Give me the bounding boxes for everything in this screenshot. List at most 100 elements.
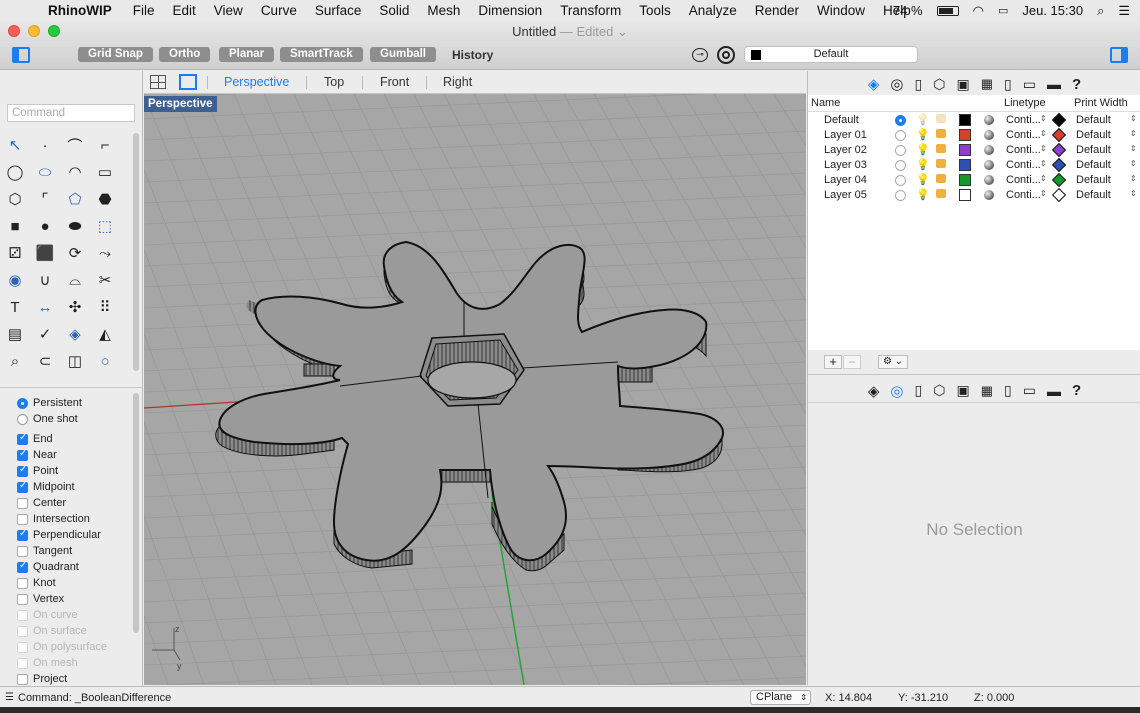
split-tool-icon[interactable]: ✂ bbox=[93, 268, 117, 292]
menu-window[interactable]: Window bbox=[817, 3, 865, 18]
airplay-icon[interactable]: ▭ bbox=[998, 4, 1008, 17]
zoom-tool-icon[interactable]: ⌕ bbox=[3, 349, 27, 373]
check-tool-icon[interactable]: ✓ bbox=[33, 322, 57, 346]
gear-icon[interactable]: ⚙ ⌄ bbox=[878, 355, 908, 369]
checkbox[interactable] bbox=[17, 545, 28, 557]
checkbox[interactable] bbox=[17, 577, 28, 589]
menu-solid[interactable]: Solid bbox=[379, 3, 409, 18]
single-viewport-layout-icon[interactable] bbox=[179, 74, 197, 90]
layer-color-swatch[interactable] bbox=[959, 189, 971, 201]
layer-name[interactable]: Default bbox=[824, 114, 859, 126]
monitor-icon[interactable]: ▬ bbox=[1047, 383, 1061, 399]
lock-icon[interactable] bbox=[936, 159, 946, 168]
layer-color-swatch[interactable] bbox=[959, 144, 971, 156]
viewport-title[interactable]: Perspective bbox=[144, 96, 217, 112]
osnap-vertex[interactable]: Vertex bbox=[17, 591, 107, 607]
help-icon[interactable]: ? bbox=[1072, 382, 1081, 399]
linetype-value[interactable]: Conti... bbox=[1006, 189, 1041, 201]
viewport-properties-icon[interactable]: ▭ bbox=[1023, 76, 1036, 93]
linetype-value[interactable]: Conti... bbox=[1006, 144, 1041, 156]
ellipse-tool-icon[interactable]: ⬭ bbox=[33, 160, 57, 184]
lock-icon[interactable] bbox=[936, 174, 946, 183]
command-input[interactable]: Command bbox=[7, 104, 135, 122]
osnap-end[interactable]: End bbox=[17, 431, 107, 447]
layer-name[interactable]: Layer 02 bbox=[824, 144, 867, 156]
menu-render[interactable]: Render bbox=[755, 3, 799, 18]
layer-color-swatch[interactable] bbox=[959, 129, 971, 141]
layer-row[interactable]: Layer 01 💡 Conti... ⇕ Default ⇕ bbox=[808, 127, 1140, 143]
record-history-icon[interactable]: ⊸ bbox=[692, 48, 708, 62]
stepper-icon[interactable]: ⇕ bbox=[1040, 159, 1047, 168]
stepper-icon[interactable]: ⇕ bbox=[1130, 174, 1137, 183]
print-width-value[interactable]: Default bbox=[1076, 114, 1111, 126]
current-layer-radio[interactable] bbox=[895, 160, 906, 171]
lasso-tool-icon[interactable]: ⊂ bbox=[33, 349, 57, 373]
menu-view[interactable]: View bbox=[214, 3, 243, 18]
print-color-diamond[interactable] bbox=[1051, 157, 1067, 173]
revolve-tool-icon[interactable]: ⟳ bbox=[63, 241, 87, 265]
checkbox[interactable] bbox=[17, 432, 28, 445]
stepper-icon[interactable]: ⇕ bbox=[1040, 114, 1047, 123]
lock-icon[interactable] bbox=[936, 144, 946, 153]
right-sidebar-toggle-icon[interactable] bbox=[1110, 47, 1128, 63]
layer-color-swatch[interactable] bbox=[959, 114, 971, 126]
material-icon[interactable] bbox=[984, 115, 994, 125]
print-color-diamond[interactable] bbox=[1051, 172, 1067, 188]
current-layer-radio[interactable] bbox=[895, 145, 906, 156]
current-layer-radio[interactable] bbox=[895, 190, 906, 201]
radio-button[interactable] bbox=[17, 413, 28, 425]
linetype-value[interactable]: Conti... bbox=[1006, 159, 1041, 171]
layer-row[interactable]: Layer 04 💡 Conti... ⇕ Default ⇕ bbox=[808, 172, 1140, 188]
surface-edge-tool-icon[interactable]: ⬠ bbox=[63, 187, 87, 211]
gear-model[interactable] bbox=[215, 240, 724, 572]
layer-name[interactable]: Layer 01 bbox=[824, 129, 867, 141]
current-layer-radio[interactable] bbox=[895, 130, 906, 141]
stepper-icon[interactable]: ⇕ bbox=[1040, 189, 1047, 198]
osnap-target-icon[interactable] bbox=[717, 46, 735, 64]
named-views-icon[interactable]: ▣ bbox=[956, 382, 969, 399]
layers-icon[interactable]: ◈ bbox=[868, 382, 880, 400]
material-icon[interactable] bbox=[984, 145, 994, 155]
osnap-project[interactable]: Project bbox=[17, 671, 107, 687]
menu-tools[interactable]: Tools bbox=[639, 3, 671, 18]
loft-tool-icon[interactable]: ⬣ bbox=[93, 187, 117, 211]
column-linetype[interactable]: Linetype bbox=[1004, 97, 1046, 109]
monitor-icon[interactable]: ▬ bbox=[1047, 76, 1061, 92]
object-icon[interactable]: ⬡ bbox=[933, 76, 945, 93]
menu-file[interactable]: File bbox=[133, 3, 155, 18]
transform-tool-icon[interactable]: ✣ bbox=[63, 295, 87, 319]
cylinder-tool-icon[interactable]: ⬬ bbox=[63, 214, 87, 238]
perspective-viewport[interactable]: z y Perspective bbox=[144, 94, 806, 685]
edited-indicator[interactable]: — Edited bbox=[560, 24, 613, 39]
mesh-tool-icon[interactable]: ⚂ bbox=[3, 241, 27, 265]
print-width-value[interactable]: Default bbox=[1076, 159, 1111, 171]
tab-front[interactable]: Front bbox=[380, 75, 409, 89]
material-icon[interactable] bbox=[984, 175, 994, 185]
osnap-intersection[interactable]: Intersection bbox=[17, 511, 107, 527]
checkbox[interactable] bbox=[17, 464, 28, 477]
layers-icon[interactable]: ◈ bbox=[868, 75, 880, 93]
circle-select-tool-icon[interactable]: ○ bbox=[93, 349, 117, 373]
lock-icon[interactable] bbox=[936, 129, 946, 138]
command-line[interactable]: Command: _BooleanDifference bbox=[18, 692, 171, 704]
checkbox[interactable] bbox=[17, 673, 28, 685]
planar-button[interactable]: Planar bbox=[219, 47, 275, 62]
notification-center-icon[interactable]: ☰ bbox=[1118, 3, 1130, 19]
linetype-value[interactable]: Conti... bbox=[1006, 114, 1041, 126]
document-icon[interactable]: ▯ bbox=[1004, 76, 1012, 93]
zoom-window-tool-icon[interactable]: ◫ bbox=[63, 349, 87, 373]
stepper-icon[interactable]: ⇕ bbox=[1130, 159, 1137, 168]
document-icon[interactable]: ▯ bbox=[1004, 382, 1012, 399]
layer-row[interactable]: Default 💡 Conti... ⇕ Default ⇕ bbox=[808, 112, 1140, 128]
circle-tool-icon[interactable]: ◯ bbox=[3, 160, 27, 184]
current-layer-radio[interactable] bbox=[895, 115, 906, 126]
material-icon[interactable] bbox=[984, 160, 994, 170]
print-color-diamond[interactable] bbox=[1051, 142, 1067, 158]
lock-icon[interactable] bbox=[936, 114, 946, 123]
stepper-icon[interactable]: ⇕ bbox=[1040, 174, 1047, 183]
linetype-value[interactable]: Conti... bbox=[1006, 174, 1041, 186]
gumball-button[interactable]: Gumball bbox=[370, 47, 437, 62]
stepper-icon[interactable]: ⇕ bbox=[1040, 129, 1047, 138]
print-width-value[interactable]: Default bbox=[1076, 129, 1111, 141]
osnap-quadrant[interactable]: Quadrant bbox=[17, 559, 107, 575]
